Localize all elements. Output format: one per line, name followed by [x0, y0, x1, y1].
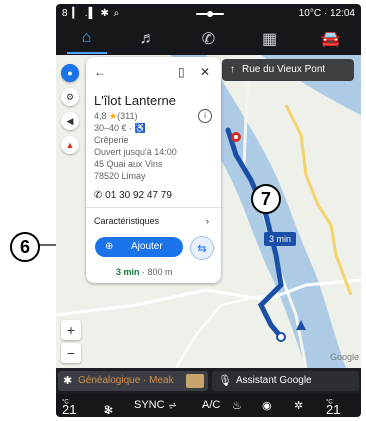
price-range: 30–40 € · [94, 123, 133, 133]
phone-row[interactable]: ✆ 01 30 92 47 79 [94, 190, 172, 201]
clock: 12:04 [329, 8, 355, 19]
music-icon[interactable]: ♬ [128, 25, 168, 53]
google-watermark: Google [330, 352, 360, 362]
add-button[interactable]: ⊕ Ajouter [95, 237, 183, 257]
temp-right-value: 21 [326, 402, 341, 417]
rating: 4,8 [94, 111, 107, 121]
temp-left[interactable]: 21 °C [62, 397, 76, 417]
seat-fan-icon[interactable]: ✲ [294, 399, 303, 412]
place-name: L'îlot Lanterne [94, 93, 176, 108]
address-line-2: 78520 Limay [94, 171, 146, 181]
status-bar: 8 ▎ .▌ ✱ ⌕ 10°C · 12:04 [62, 8, 355, 19]
infotainment-screen: 8 ▎ .▌ ✱ ⌕ 10°C · 12:04 ⌂ ♬ ✆ ▦ 🚘 3 min … [56, 4, 361, 417]
temp-right[interactable]: 21 °C [326, 397, 340, 417]
zoom-in-button[interactable]: + [61, 320, 81, 340]
rear-defrost-icon[interactable]: ⩫ [168, 399, 177, 412]
phone-icon[interactable]: ✆ [189, 25, 229, 53]
back-arrow-icon[interactable]: ← [94, 65, 106, 79]
page-indicator [196, 11, 224, 17]
navigate-button[interactable]: ⇆ [190, 236, 214, 260]
phone-number: 01 30 92 47 79 [105, 190, 172, 201]
characteristics-label: Caractéristiques [94, 216, 160, 226]
up-arrow-icon: ↑ [230, 64, 235, 75]
bluetooth-icon: ✱ [63, 375, 73, 387]
settings-icon[interactable]: ⚙ [61, 88, 79, 106]
zoom-out-button[interactable]: − [61, 343, 81, 363]
media-widget[interactable]: ✱ Généalogique · Meak [58, 371, 208, 391]
front-defrost-icon[interactable]: ♨ [232, 399, 242, 412]
bookmark-icon[interactable]: ▯ [178, 65, 185, 79]
category: Crêperie [94, 135, 129, 145]
assistant-widget[interactable]: 🎙 Assistant Google [212, 371, 359, 391]
callout-6: 6 [10, 232, 40, 262]
media-title: Généalogique · Meak [78, 375, 174, 386]
star-icon: ★ [109, 111, 118, 121]
close-icon[interactable]: ✕ [200, 65, 210, 79]
eta-row: 3 min · 800 m [116, 267, 173, 277]
fan-value: 3 [104, 404, 111, 416]
eta-badge: 3 min [264, 232, 296, 246]
ac-button[interactable]: A/C [202, 399, 220, 411]
add-location-icon: ⊕ [105, 241, 114, 252]
album-art [186, 374, 204, 388]
eta-distance: · 800 m [142, 267, 173, 277]
opening-hours: Ouvert jusqu'à 14:00 [94, 147, 177, 157]
apps-grid-icon[interactable]: ▦ [250, 25, 290, 53]
divider [86, 207, 221, 208]
seat-heat-icon[interactable]: ◉ [262, 399, 272, 412]
microphone-icon: 🎙 [218, 375, 232, 387]
info-icon[interactable]: i [198, 109, 212, 123]
microphone-icon[interactable]: ● [61, 64, 79, 82]
home-icon[interactable]: ⌂ [66, 24, 107, 54]
route-street: Rue du Vieux Pont [242, 64, 326, 75]
climate-bar: 21 °C ✻ 3 SYNC ⩫ A/C ♨ ◉ ✲ 21 °C [56, 394, 361, 417]
status-icons: 8 ▎ .▌ ✱ ⌕ [62, 8, 121, 19]
chevron-right-icon: › [206, 216, 209, 226]
route-banner: ↑ Rue du Vieux Pont [222, 59, 354, 81]
outside-temp: 10°C [298, 8, 322, 19]
bottom-widgets: ✱ Généalogique · Meak 🎙 Assistant Google [56, 368, 361, 394]
callout-7: 7 [251, 184, 281, 214]
accessible-icon: ♿ [134, 123, 146, 133]
sound-icon[interactable]: ◀ [61, 112, 79, 130]
eta-time: 3 min [116, 267, 140, 277]
add-button-label: Ajouter [131, 241, 163, 252]
review-count: (311) [117, 111, 138, 121]
characteristics-link[interactable]: Caractéristiques › [94, 216, 214, 226]
assistant-label: Assistant Google [236, 375, 312, 386]
temp-left-value: 21 [62, 402, 77, 417]
main-tab-bar: ⌂ ♬ ✆ ▦ 🚘 [56, 24, 361, 54]
compass-icon[interactable]: ▲ [61, 136, 79, 154]
phone-icon: ✆ [94, 190, 103, 201]
address-line-1: 45 Quai aux Vins [94, 159, 163, 169]
sync-button[interactable]: SYNC [134, 399, 165, 411]
car-icon[interactable]: 🚘 [311, 25, 351, 53]
